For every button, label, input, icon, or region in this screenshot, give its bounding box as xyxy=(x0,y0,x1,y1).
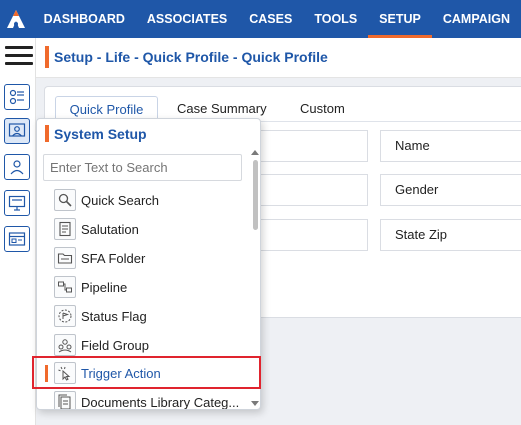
pipeline-icon xyxy=(54,276,76,298)
nav-tools[interactable]: TOOLS xyxy=(303,0,368,38)
rail-system-setup-button[interactable] xyxy=(4,118,30,144)
document-icon xyxy=(54,218,76,240)
nav-dashboard[interactable]: DASHBOARD xyxy=(33,0,136,38)
field-state-zip[interactable]: State Zip xyxy=(380,219,521,251)
field-gender[interactable]: Gender xyxy=(380,174,521,206)
menu-item-label: Documents Library Categ... xyxy=(81,395,240,410)
card-icon xyxy=(8,232,26,246)
magnifier-icon xyxy=(54,189,76,211)
profile-list-icon xyxy=(9,89,24,105)
nav-associates[interactable]: ASSOCIATES xyxy=(136,0,238,38)
user-icon xyxy=(10,160,24,175)
scroll-down-arrow-icon[interactable] xyxy=(251,401,259,406)
flyout-title: System Setup xyxy=(54,126,147,142)
documents-icon xyxy=(54,391,76,409)
tab-custom[interactable]: Custom xyxy=(300,96,345,122)
field-group-icon xyxy=(54,334,76,356)
rail-card-button[interactable] xyxy=(4,226,30,252)
system-setup-icon xyxy=(8,123,26,137)
page-title: Setup - Life - Quick Profile - Quick Pro… xyxy=(54,49,328,65)
menu-item-label: Field Group xyxy=(81,338,149,353)
logo-icon xyxy=(7,10,26,28)
status-flag-icon xyxy=(54,305,76,327)
top-navigation: DASHBOARD ASSOCIATES CASES TOOLS SETUP C… xyxy=(0,0,521,38)
menu-item-label: Status Flag xyxy=(81,309,147,324)
rail-monitor-button[interactable] xyxy=(4,190,30,216)
menu-item-label: Salutation xyxy=(81,222,139,237)
folder-icon xyxy=(54,247,76,269)
menu-item-label: SFA Folder xyxy=(81,251,146,266)
menu-item-salutation[interactable]: Salutation xyxy=(37,215,251,244)
selection-highlight-box xyxy=(32,356,261,389)
nav-campaign[interactable]: CAMPAIGN xyxy=(432,0,521,38)
menu-item-documents-library[interactable]: Documents Library Categ... xyxy=(37,388,251,410)
field-name[interactable]: Name xyxy=(380,130,521,162)
left-rail xyxy=(0,38,36,425)
nav-cases[interactable]: CASES xyxy=(238,0,303,38)
profile-value-field[interactable] xyxy=(258,174,368,206)
menu-item-label: Pipeline xyxy=(81,280,128,295)
rail-profile-settings-button[interactable] xyxy=(4,84,30,110)
profile-value-field[interactable] xyxy=(258,130,368,162)
scroll-thumb[interactable] xyxy=(253,160,258,230)
menu-item-pipeline[interactable]: Pipeline xyxy=(37,273,251,302)
menu-item-label: Quick Search xyxy=(81,193,160,208)
rail-user-button[interactable] xyxy=(4,154,30,180)
menu-search-input[interactable] xyxy=(43,154,242,181)
flyout-accent-bar xyxy=(45,125,49,142)
profile-value-field[interactable] xyxy=(258,219,368,251)
menu-item-quick-search[interactable]: Quick Search xyxy=(37,186,251,215)
nav-setup[interactable]: SETUP xyxy=(368,0,432,38)
menu-item-status-flag[interactable]: Status Flag xyxy=(37,302,251,331)
hamburger-menu-icon[interactable] xyxy=(5,46,33,66)
menu-item-sfa-folder[interactable]: SFA Folder xyxy=(37,244,251,273)
monitor-icon xyxy=(8,195,26,211)
scroll-up-arrow-icon[interactable] xyxy=(251,150,259,155)
app-logo[interactable] xyxy=(0,0,33,38)
header-accent-bar xyxy=(45,46,49,68)
page-header: Setup - Life - Quick Profile - Quick Pro… xyxy=(36,38,521,78)
